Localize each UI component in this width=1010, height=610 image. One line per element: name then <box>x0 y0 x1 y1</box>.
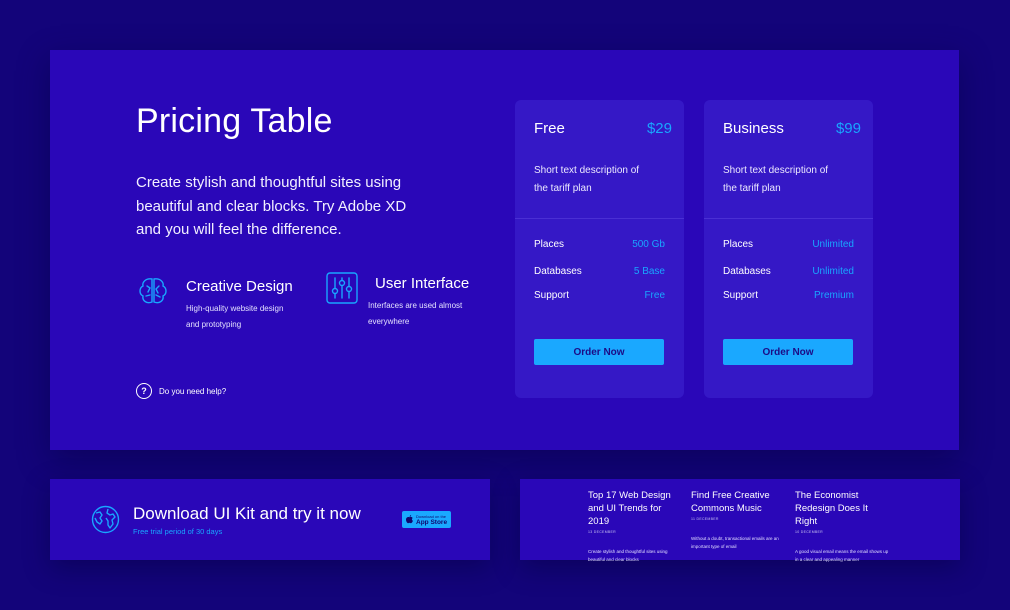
plan-row-places: Places 500 Gb <box>534 239 665 253</box>
row-label: Support <box>723 290 759 301</box>
feature-description: High-quality website design and prototyp… <box>186 304 284 329</box>
hero-description: Create stylish and thoughtful sites usin… <box>136 174 407 238</box>
store-line2: App Store <box>416 518 448 526</box>
row-label: Places <box>723 239 754 250</box>
row-value: 500 Gb <box>632 239 665 250</box>
feature-creative-design: Creative Design High-quality website des… <box>136 274 306 334</box>
apple-icon <box>406 515 413 524</box>
post-title[interactable]: Find Free Creative Commons Music <box>691 489 786 515</box>
row-label: Databases <box>723 266 771 277</box>
help-text: Do you need help? <box>159 386 227 396</box>
row-label: Places <box>534 239 565 250</box>
order-now-button[interactable]: Order Now <box>534 339 664 365</box>
plan-row-support: Support Premium <box>723 290 854 304</box>
question-icon: ? <box>136 383 152 399</box>
plan-price: $99 <box>835 120 861 137</box>
post-title[interactable]: The Economist Redesign Does It Right <box>795 489 890 528</box>
plan-description: Short text description of the tariff pla… <box>534 165 640 194</box>
plan-price: $29 <box>646 120 672 137</box>
download-subtitle: Free trial period of 30 days <box>133 527 223 536</box>
plan-row-databases: Databases Unlimited <box>723 266 854 280</box>
divider <box>704 218 873 219</box>
plan-row-places: Places Unlimited <box>723 239 854 253</box>
row-label: Databases <box>534 266 582 277</box>
post-date: 10 DECEMBER <box>795 530 824 534</box>
feature-title: Creative Design <box>186 278 293 295</box>
feature-title: User Interface <box>375 275 470 292</box>
plan-row-support: Support Free <box>534 290 665 304</box>
blog-post[interactable]: The Economist Redesign Does It Right 10 … <box>795 489 890 564</box>
feature-user-interface: User Interface Interfaces are used almos… <box>325 271 495 331</box>
plan-name: Free <box>534 120 565 137</box>
post-date: 13 DECEMBER <box>588 530 617 534</box>
blog-post[interactable]: Find Free Creative Commons Music 11 DECE… <box>691 489 786 551</box>
row-value: Premium <box>813 290 854 301</box>
row-value: Unlimited <box>812 266 854 277</box>
post-date: 11 DECEMBER <box>691 517 719 521</box>
post-excerpt: A good visual email means the email show… <box>795 549 889 562</box>
plan-row-databases: Databases 5 Base <box>534 266 665 280</box>
post-excerpt: Without a doubt, transactional emails ar… <box>691 536 779 549</box>
app-store-button[interactable]: Download on the App Store <box>402 511 451 528</box>
help-link[interactable]: ? Do you need help? <box>136 383 226 399</box>
download-panel: Download UI Kit and try it now Free tria… <box>50 479 490 560</box>
row-label: Support <box>534 290 570 301</box>
order-now-button[interactable]: Order Now <box>723 339 853 365</box>
pricing-hero-panel: Pricing Table Create stylish and thought… <box>50 50 959 450</box>
blog-panel: Top 17 Web Design and UI Trends for 2019… <box>520 479 960 562</box>
blog-post[interactable]: Top 17 Web Design and UI Trends for 2019… <box>588 489 683 564</box>
sliders-icon <box>326 272 358 304</box>
row-value: Free <box>644 290 665 301</box>
download-title: Download UI Kit and try it now <box>133 504 361 523</box>
post-title[interactable]: Top 17 Web Design and UI Trends for 2019 <box>588 489 683 528</box>
row-value: Unlimited <box>812 239 854 250</box>
post-excerpt: Create stylish and thoughtful sites usin… <box>588 549 668 562</box>
page: Pricing Table Create stylish and thought… <box>0 0 1010 610</box>
pricing-card-free: Free $29 Short text description of the t… <box>515 100 684 398</box>
pricing-card-business: Business $99 Short text description of t… <box>704 100 873 398</box>
row-value: 5 Base <box>633 266 665 277</box>
divider <box>515 218 684 219</box>
feature-description: Interfaces are used almost everywhere <box>368 301 463 326</box>
plan-name: Business <box>723 120 784 137</box>
plan-description: Short text description of the tariff pla… <box>723 165 829 194</box>
brain-icon <box>139 278 167 304</box>
globe-icon <box>91 505 120 534</box>
page-title: Pricing Table <box>136 102 333 140</box>
